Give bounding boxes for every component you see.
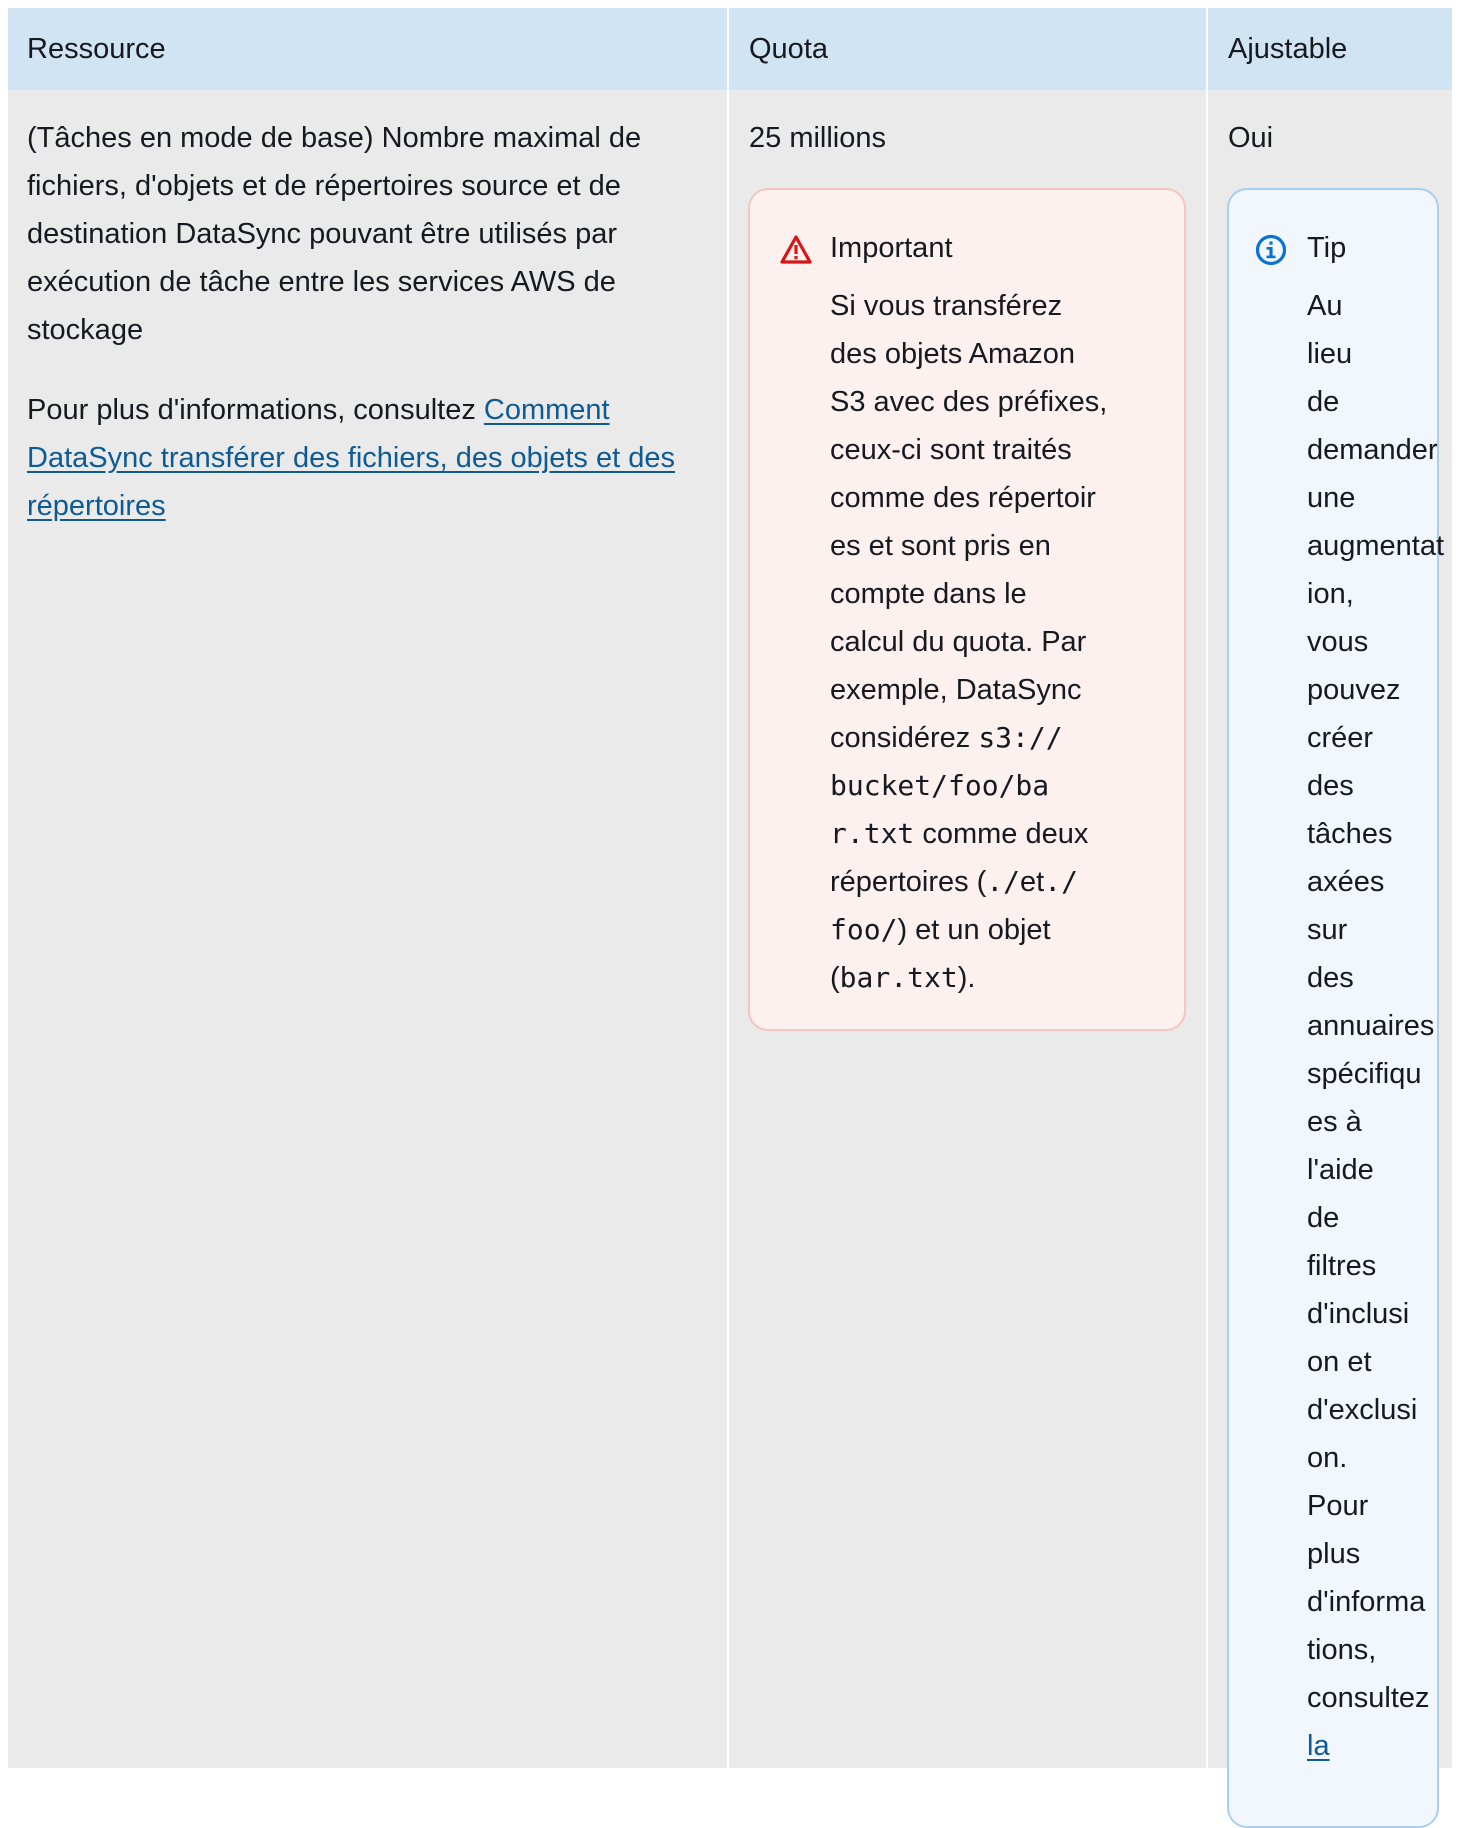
tip-alert-title: Tip: [1307, 232, 1347, 264]
tip-text-line: de: [1307, 386, 1340, 418]
alert-text-line: Si vous transférez: [830, 290, 1063, 322]
tip-text-line: des: [1307, 962, 1354, 994]
tip-text-line: es à: [1307, 1106, 1362, 1138]
tip-text-line: plus: [1307, 1538, 1361, 1570]
tip-alert: Tip Au lieu de demander une augmentat io…: [1227, 188, 1444, 1828]
tip-text-line: augmentat: [1307, 530, 1445, 562]
tip-text-line: axées: [1307, 866, 1385, 898]
alert-text-fragment: considérez: [830, 722, 979, 754]
alert-text-line: es et sont pris en: [830, 530, 1051, 562]
code-bar-file: bar.txt: [839, 961, 958, 994]
alert-text-line: (bar.txt).: [830, 954, 1107, 1002]
info-circle-icon: [1255, 234, 1287, 266]
alert-text-line: r.txt comme deux: [830, 810, 1107, 858]
header-quota: Quota: [749, 33, 828, 65]
code-s3-path: r.txt: [830, 817, 915, 850]
tip-text-line: des: [1307, 770, 1354, 802]
alert-text-fragment: et: [1020, 866, 1045, 898]
code-s3-path: bucket/foo/ba: [830, 769, 1050, 802]
code-foo-path: foo/: [830, 913, 898, 946]
code-s3-path: s3://: [978, 721, 1063, 754]
alert-text-fragment: ).: [957, 962, 976, 994]
tip-text-line: d'informa: [1307, 1586, 1426, 1618]
table-header-row: Ressource Quota Ajustable: [8, 8, 1452, 90]
alert-text-line: compte dans le: [830, 578, 1027, 610]
more-info-paragraph: Pour plus d'informations, consultez Comm…: [27, 386, 727, 530]
important-alert-title: Important: [830, 232, 953, 264]
alert-text-line: foo/) et un objet: [830, 906, 1107, 954]
resource-cell: (Tâches en mode de base) Nombre maximal …: [27, 114, 727, 530]
important-alert: Important Si vous transférez des objets …: [748, 188, 1186, 1031]
alert-text-fragment: (: [830, 962, 840, 994]
tip-text-line: ion,: [1307, 578, 1354, 610]
tip-text-line: spécifiqu: [1307, 1058, 1422, 1090]
alert-text-line: ceux-ci sont traités: [830, 434, 1072, 466]
tip-text-line: demander: [1307, 434, 1438, 466]
tip-text-line: tâches: [1307, 818, 1393, 850]
tip-text-line: vous: [1307, 626, 1369, 658]
tip-text-line: pouvez: [1307, 674, 1401, 706]
tip-text-line: filtres: [1307, 1250, 1377, 1282]
quota-table: Ressource Quota Ajustable (Tâches en mod…: [8, 8, 1452, 1828]
alert-text-fragment: comme deux: [914, 818, 1089, 850]
tip-text-line: de: [1307, 1202, 1340, 1234]
alert-text-line: calcul du quota. Par: [830, 626, 1087, 658]
tip-text-line: Pour: [1307, 1490, 1369, 1522]
alert-text-line: répertoires (./et./: [830, 858, 1107, 906]
tip-text-line: on et: [1307, 1346, 1372, 1378]
alert-text-line: bucket/foo/ba: [830, 762, 1107, 810]
important-alert-body: Si vous transférez des objets Amazon S3 …: [830, 282, 1107, 1002]
alert-text-line: comme des répertoir: [830, 482, 1096, 514]
tip-text-line: lieu: [1307, 338, 1353, 370]
tip-text-line: une: [1307, 482, 1356, 514]
resource-description: (Tâches en mode de base) Nombre maximal …: [27, 122, 642, 346]
tip-doc-link[interactable]: la: [1307, 1730, 1330, 1762]
tip-text-line: consultez: [1307, 1682, 1430, 1714]
tip-alert-body: Au lieu de demander une augmentat ion, v…: [1307, 282, 1444, 1770]
tip-text-line: on.: [1307, 1442, 1348, 1474]
tip-text-line: l'aide: [1307, 1154, 1374, 1186]
tip-text-line: sur: [1307, 914, 1348, 946]
tip-text-line: créer: [1307, 722, 1374, 754]
code-dot-path: ./: [986, 865, 1021, 898]
warning-triangle-icon: [780, 235, 812, 264]
code-dot-path: ./: [1044, 865, 1078, 898]
more-info-prefix: Pour plus d'informations, consultez: [27, 394, 484, 426]
tip-text-line: d'inclusi: [1307, 1298, 1410, 1330]
alert-text-line: considérez s3://: [830, 714, 1107, 762]
alert-text-line: des objets Amazon: [830, 338, 1076, 370]
quota-value: 25 millions: [749, 122, 886, 154]
alert-text-fragment: ) et un objet: [897, 914, 1051, 946]
alert-text-line: exemple, DataSync: [830, 674, 1082, 706]
tip-text-line: tions,: [1307, 1634, 1377, 1666]
header-adjustable: Ajustable: [1228, 33, 1348, 65]
adjustable-value: Oui: [1228, 122, 1274, 154]
column-divider: [727, 8, 729, 1768]
column-divider: [1206, 8, 1208, 1768]
tip-text-line: Au: [1307, 290, 1343, 322]
tip-text-line: d'exclusi: [1307, 1394, 1418, 1426]
alert-text-fragment: répertoires (: [830, 866, 987, 898]
alert-text-line: S3 avec des préfixes,: [830, 386, 1108, 418]
header-resource: Ressource: [27, 33, 166, 65]
tip-text-line: annuaires: [1307, 1010, 1435, 1042]
tip-text-line: la: [1307, 1722, 1444, 1770]
